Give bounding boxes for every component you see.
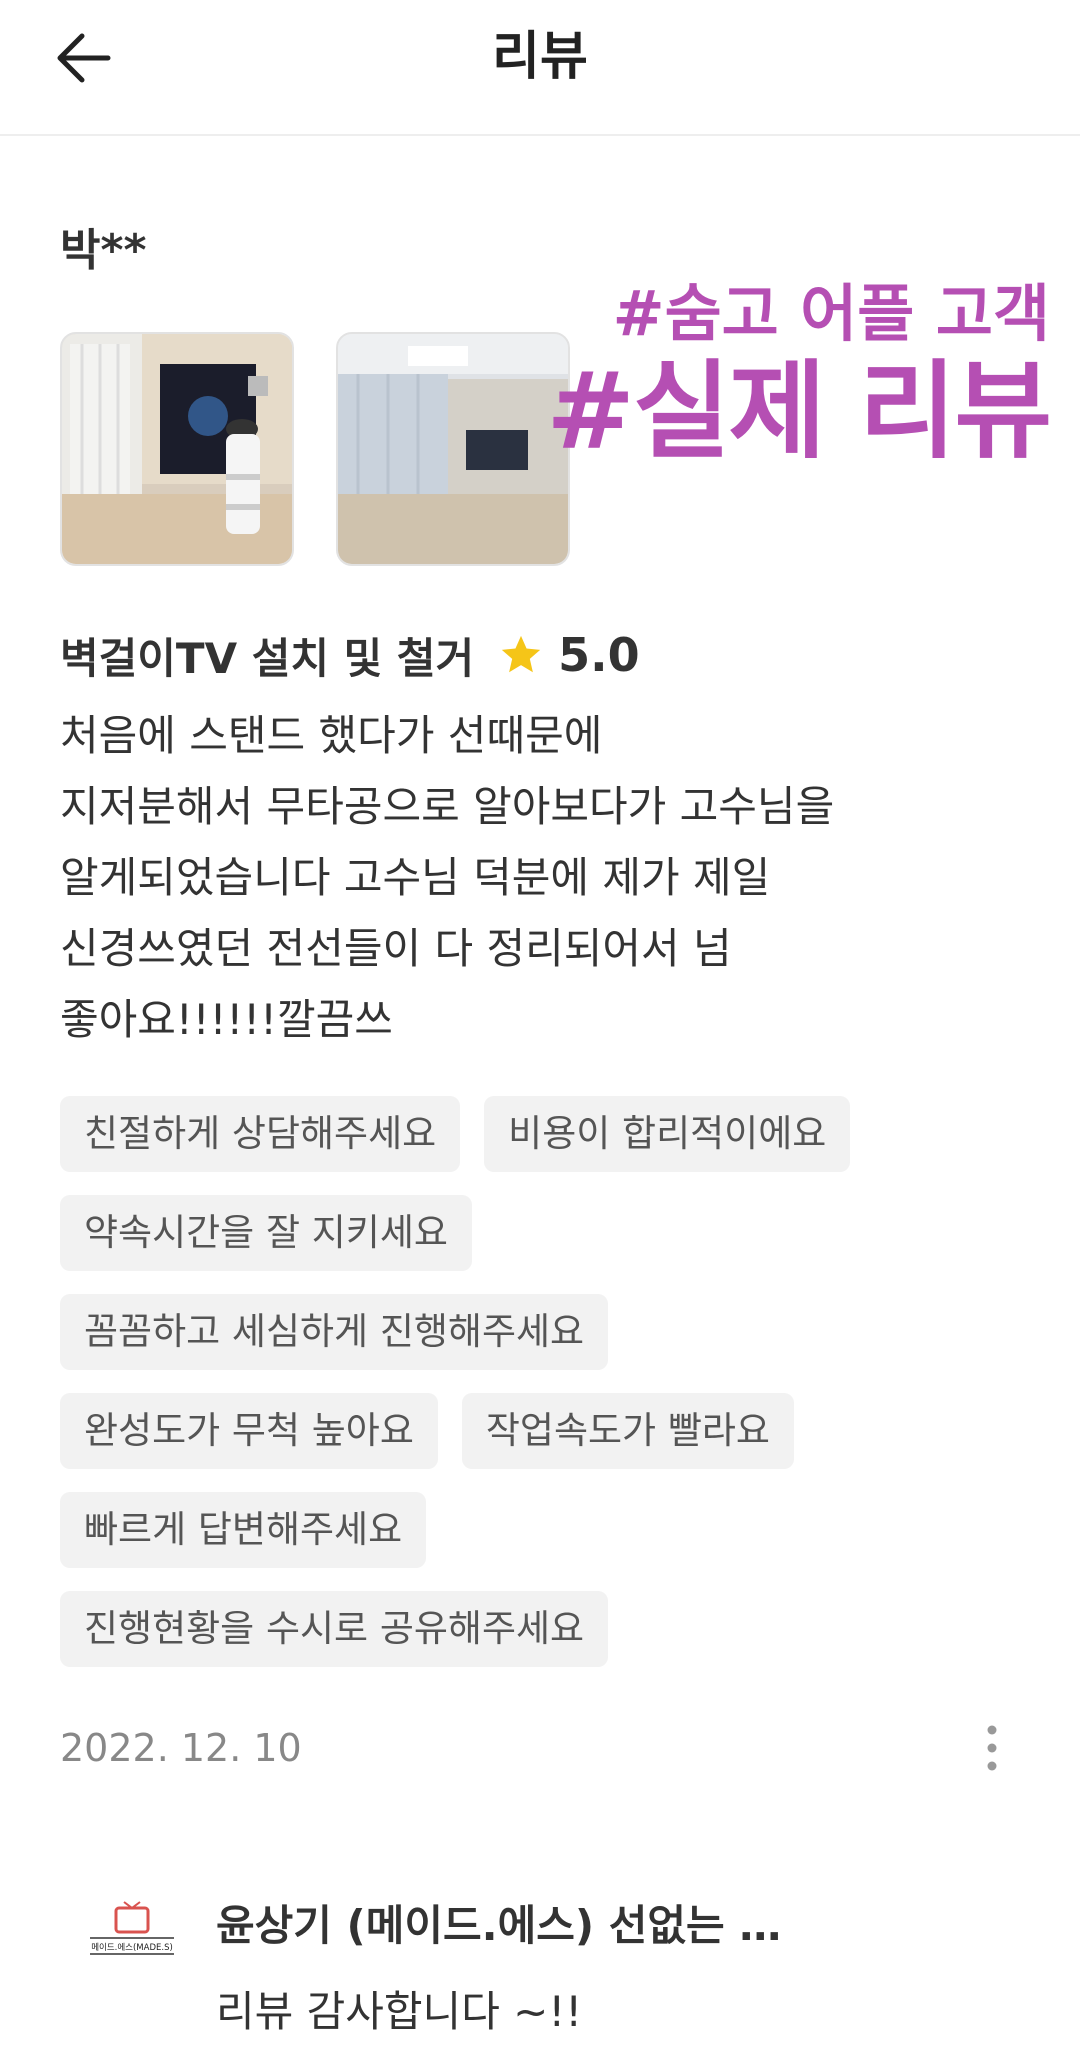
tag-chip: 약속시간을 잘 지키세요 (60, 1195, 472, 1271)
photo-1-image (62, 334, 292, 564)
rating-value: 5.0 (558, 628, 640, 682)
more-vertical-icon (987, 1725, 997, 1771)
service-name: 벽걸이TV 설치 및 철거 (60, 633, 475, 683)
tag-chip: 비용이 합리적이에요 (484, 1096, 851, 1172)
tag-chip: 빠르게 답변해주세요 (60, 1492, 427, 1568)
review-photo-1[interactable] (60, 332, 294, 566)
promo-tag-real-review: #실제 리뷰 (546, 350, 1052, 473)
review-tags: 친절하게 상담해주세요 비용이 합리적이에요 약속시간을 잘 지키세요 꼼꼼하고… (60, 1096, 960, 1690)
photo-2-image (338, 334, 568, 564)
logo-text: 메이드.에스(MADE.S) (91, 1942, 173, 1953)
more-options-button[interactable] (972, 1716, 1012, 1780)
tag-chip: 꼼꼼하고 세심하게 진행해주세요 (60, 1294, 609, 1370)
star-icon (501, 635, 541, 673)
reply-text: 리뷰 감사합니다 ~!! (216, 1987, 583, 2036)
tag-chip: 진행현황을 수시로 공유해주세요 (60, 1591, 609, 1667)
promo-tag-app-customer: #숨고 어플 고객 (612, 277, 1050, 350)
service-rating-row: 벽걸이TV 설치 및 철거 5.0 (60, 620, 640, 690)
review-body-text: 처음에 스탠드 했다가 선때문에 지저분해서 무타공으로 알아보다가 고수님을 … (60, 711, 835, 1044)
top-app-bar: 리뷰 (0, 0, 1080, 136)
tv-logo-icon: 메이드.에스(MADE.S) (86, 1890, 178, 1982)
reviewer-name: 박** (60, 225, 147, 276)
tag-chip: 작업속도가 빨라요 (461, 1393, 794, 1469)
reply-avatar: 메이드.에스(MADE.S) (86, 1890, 178, 1982)
tag-chip: 친절하게 상담해주세요 (60, 1096, 461, 1172)
review-photo-2[interactable] (336, 332, 570, 566)
review-date: 2022. 12. 10 (60, 1726, 302, 1770)
tag-chip: 완성도가 무척 높아요 (60, 1393, 438, 1469)
page-title: 리뷰 (492, 27, 588, 87)
reply-author-name: 윤상기 (메이드.에스) 선없는 … (216, 1901, 782, 1950)
